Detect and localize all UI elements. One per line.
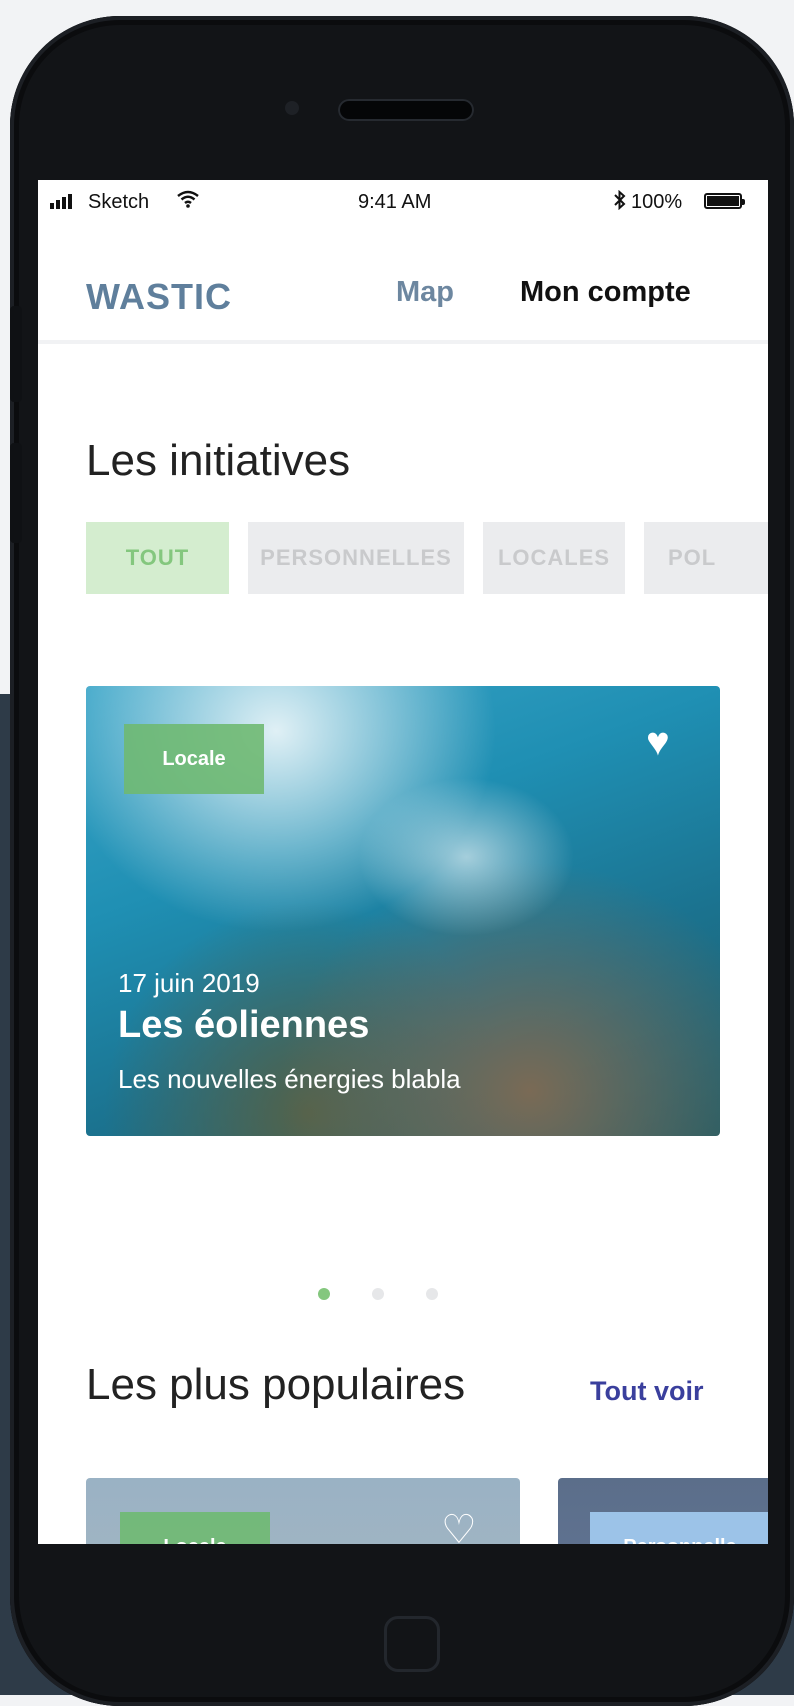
earpiece-speaker [338,99,474,121]
category-badge: Personnelle [590,1512,768,1544]
popular-card[interactable]: Personnelle [558,1478,768,1544]
card-subtitle: Les nouvelles énergies blabla [118,1064,461,1094]
battery-percentage: 100% [631,191,683,213]
status-time: 9:41 AM [358,191,432,213]
filter-tabs: TOUT PERSONNELLES LOCALES POL [86,522,768,594]
bluetooth-icon [613,189,627,216]
popular-heading: Les plus populaires [86,1360,466,1409]
heart-filled-icon[interactable]: ♥ [646,722,670,762]
home-button[interactable] [384,1616,440,1672]
volume-down-button [10,443,22,543]
filter-tab-personnelles[interactable]: PERSONNELLES [248,522,464,594]
carousel-dot[interactable] [372,1288,384,1300]
app-screen: Sketch 9:41 AM 100% WASTIC Map Mon compt… [38,180,768,1544]
nav-map-link[interactable]: Map [396,276,454,309]
carousel-dot[interactable] [426,1288,438,1300]
card-date: 17 juin 2019 [118,968,260,998]
app-logo[interactable]: WASTIC [86,276,232,318]
initiatives-heading: Les initiatives [86,436,351,485]
nav-account-link[interactable]: Mon compte [520,276,691,309]
app-header: WASTIC Map Mon compte [38,226,768,344]
front-camera [285,101,299,115]
carrier-name: Sketch [88,191,150,213]
filter-tab-locales[interactable]: LOCALES [483,522,625,594]
filter-tab-tout[interactable]: TOUT [86,522,229,594]
category-badge: Locale [120,1512,270,1544]
filter-tab-pol[interactable]: POL [644,522,768,594]
status-bar: Sketch 9:41 AM 100% [38,180,768,226]
popular-card[interactable]: Locale ♡ [86,1478,520,1544]
battery-icon [704,193,745,209]
signal-icon [50,194,72,209]
wifi-icon [176,189,200,215]
carousel-dot[interactable] [318,1288,330,1300]
featured-initiative-card[interactable]: Locale ♥ 17 juin 2019 Les éoliennes Les … [86,686,720,1136]
heart-outline-icon[interactable]: ♡ [441,1510,477,1544]
card-title: Les éoliennes [118,1004,370,1046]
volume-up-button [10,306,22,402]
category-badge: Locale [124,724,264,794]
see-all-link[interactable]: Tout voir [590,1376,703,1407]
